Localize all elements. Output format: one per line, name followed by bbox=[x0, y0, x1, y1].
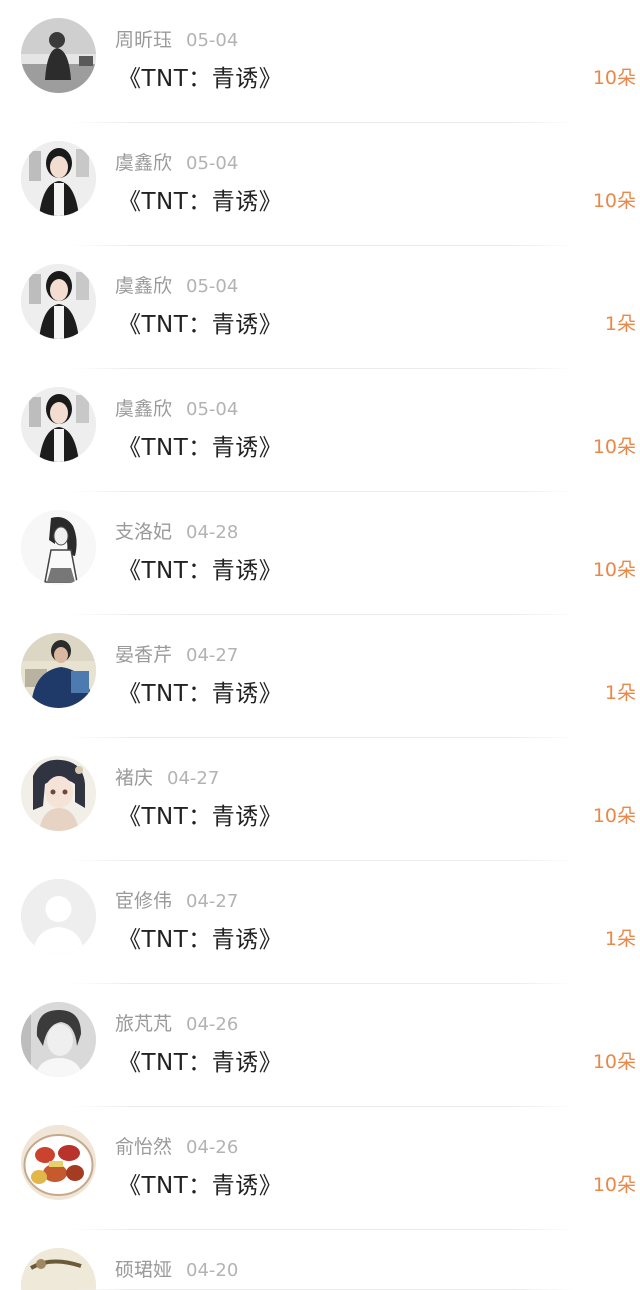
list-item[interactable]: 旅芃芃 04-26 《TNT：青诱》 10朵 bbox=[0, 984, 640, 1107]
gift-title: 《TNT：青诱》 bbox=[118, 1050, 283, 1076]
avatar[interactable] bbox=[21, 879, 96, 954]
list-item[interactable]: 支洛妃 04-28 《TNT：青诱》 10朵 bbox=[0, 492, 640, 615]
send-date: 04-28 bbox=[186, 522, 239, 543]
list-item[interactable]: 虞鑫欣 05-04 《TNT：青诱》 10朵 bbox=[0, 123, 640, 246]
gift-amount: 10朵 bbox=[592, 1174, 636, 1196]
sender-name-line: 周昕珏 05-04 bbox=[115, 25, 238, 52]
avatar[interactable] bbox=[21, 387, 96, 462]
list-item[interactable]: 褚庆 04-27 《TNT：青诱》 10朵 bbox=[0, 738, 640, 861]
avatar[interactable] bbox=[21, 264, 96, 339]
gift-title: 《TNT：青诱》 bbox=[118, 66, 283, 92]
gift-title: 《TNT：青诱》 bbox=[118, 1173, 283, 1199]
sender-name: 褚庆 bbox=[115, 767, 154, 789]
send-date: 05-04 bbox=[186, 30, 239, 51]
gift-title: 《TNT：青诱》 bbox=[118, 189, 283, 215]
avatar[interactable] bbox=[21, 510, 96, 585]
sender-name-line: 宦修伟 04-27 bbox=[115, 886, 238, 913]
sender-name: 旅芃芃 bbox=[115, 1013, 173, 1035]
gift-amount: 1朵 bbox=[604, 313, 636, 335]
send-date: 04-27 bbox=[186, 891, 239, 912]
sender-name: 支洛妃 bbox=[115, 521, 173, 543]
sender-name: 虞鑫欣 bbox=[115, 398, 173, 420]
sender-name-line: 俞怡然 04-26 bbox=[115, 1132, 238, 1159]
gift-title: 《TNT：青诱》 bbox=[118, 804, 283, 830]
gift-title: 《TNT：青诱》 bbox=[118, 927, 283, 953]
list-item[interactable]: 虞鑫欣 05-04 《TNT：青诱》 10朵 bbox=[0, 369, 640, 492]
avatar[interactable] bbox=[21, 633, 96, 708]
send-date: 05-04 bbox=[186, 276, 239, 297]
gift-amount: 1朵 bbox=[604, 682, 636, 704]
gift-amount: 10朵 bbox=[592, 1051, 636, 1073]
gift-title: 《TNT：青诱》 bbox=[118, 312, 283, 338]
send-date: 04-27 bbox=[186, 645, 239, 666]
sender-name: 晏香芹 bbox=[115, 644, 173, 666]
avatar[interactable] bbox=[21, 1248, 96, 1290]
list-item[interactable]: 硕珺娅 04-20 bbox=[0, 1230, 640, 1290]
send-date: 05-04 bbox=[186, 399, 239, 420]
gift-amount: 10朵 bbox=[592, 67, 636, 89]
gift-amount: 10朵 bbox=[592, 190, 636, 212]
sender-name: 虞鑫欣 bbox=[115, 275, 173, 297]
gift-amount: 10朵 bbox=[592, 436, 636, 458]
sender-name-line: 褚庆 04-27 bbox=[115, 763, 219, 790]
list-item[interactable]: 宦修伟 04-27 《TNT：青诱》 1朵 bbox=[0, 861, 640, 984]
send-date: 04-26 bbox=[186, 1137, 239, 1158]
sender-name-line: 支洛妃 04-28 bbox=[115, 517, 238, 544]
list-item[interactable]: 俞怡然 04-26 《TNT：青诱》 10朵 bbox=[0, 1107, 640, 1230]
avatar[interactable] bbox=[21, 18, 96, 93]
send-date: 04-26 bbox=[186, 1014, 239, 1035]
gift-title: 《TNT：青诱》 bbox=[118, 435, 283, 461]
send-date: 04-20 bbox=[186, 1260, 239, 1281]
sender-name-line: 晏香芹 04-27 bbox=[115, 640, 238, 667]
send-date: 05-04 bbox=[186, 153, 239, 174]
avatar[interactable] bbox=[21, 141, 96, 216]
sender-name: 宦修伟 bbox=[115, 890, 173, 912]
list-item[interactable]: 周昕珏 05-04 《TNT：青诱》 10朵 bbox=[0, 0, 640, 123]
gift-title: 《TNT：青诱》 bbox=[118, 681, 283, 707]
gift-amount: 1朵 bbox=[604, 928, 636, 950]
sender-name-line: 硕珺娅 04-20 bbox=[115, 1255, 238, 1282]
gift-amount: 10朵 bbox=[592, 559, 636, 581]
sender-name: 周昕珏 bbox=[115, 29, 173, 51]
sender-name-line: 虞鑫欣 05-04 bbox=[115, 394, 238, 421]
list-item[interactable]: 虞鑫欣 05-04 《TNT：青诱》 1朵 bbox=[0, 246, 640, 369]
sender-name: 俞怡然 bbox=[115, 1136, 173, 1158]
gift-title: 《TNT：青诱》 bbox=[118, 558, 283, 584]
list-item[interactable]: 晏香芹 04-27 《TNT：青诱》 1朵 bbox=[0, 615, 640, 738]
sender-name: 虞鑫欣 bbox=[115, 152, 173, 174]
send-date: 04-27 bbox=[167, 768, 220, 789]
avatar[interactable] bbox=[21, 756, 96, 831]
sender-name-line: 虞鑫欣 05-04 bbox=[115, 148, 238, 175]
gift-amount: 10朵 bbox=[592, 805, 636, 827]
gift-record-list: 周昕珏 05-04 《TNT：青诱》 10朵 虞鑫欣 05-04 《TNT：青诱》 … bbox=[0, 0, 640, 1290]
sender-name-line: 虞鑫欣 05-04 bbox=[115, 271, 238, 298]
avatar[interactable] bbox=[21, 1002, 96, 1077]
avatar[interactable] bbox=[21, 1125, 96, 1200]
sender-name: 硕珺娅 bbox=[115, 1259, 173, 1281]
sender-name-line: 旅芃芃 04-26 bbox=[115, 1009, 238, 1036]
